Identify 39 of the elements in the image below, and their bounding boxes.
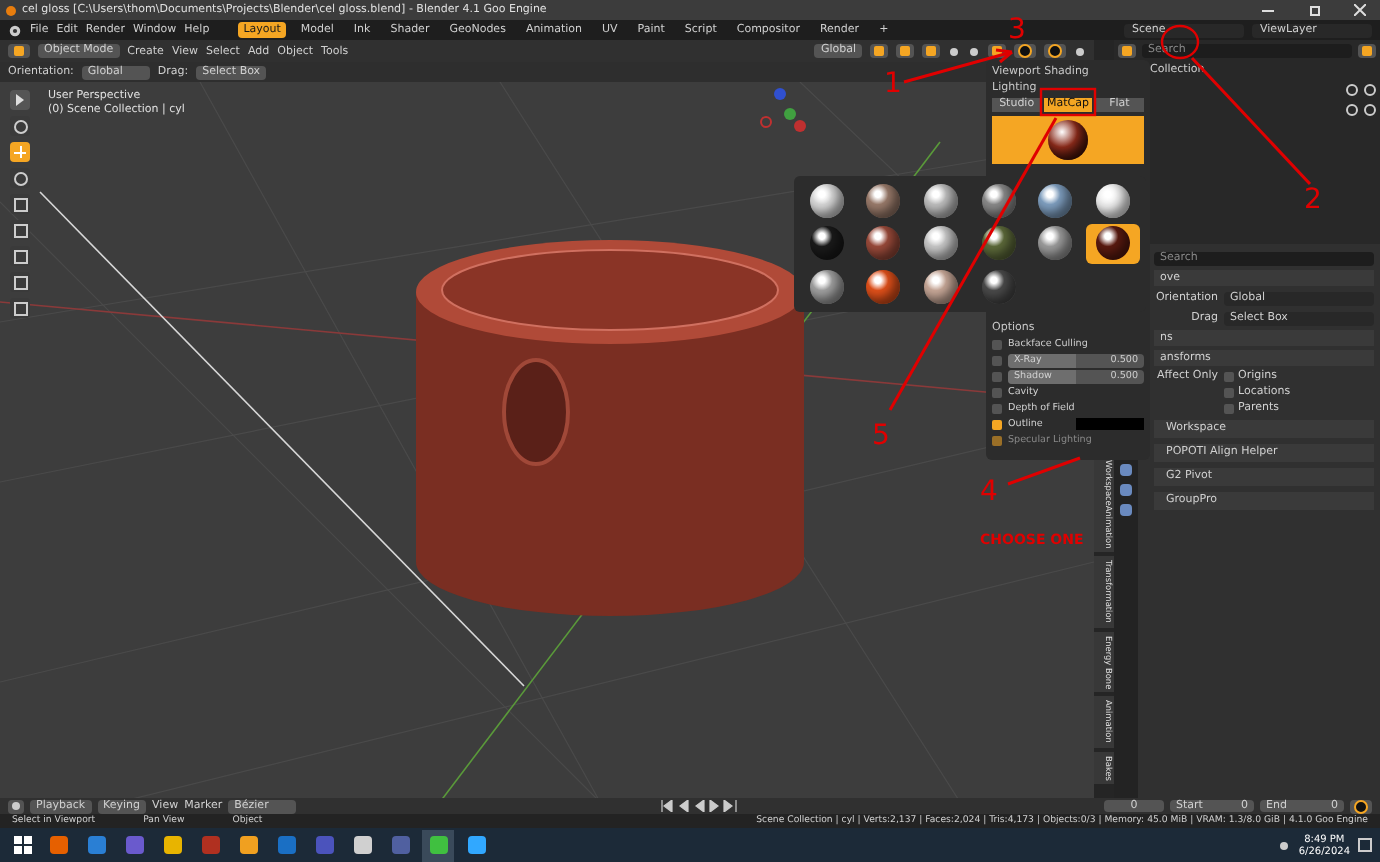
navigation-gizmo — [760, 88, 806, 132]
select-tool-icon[interactable] — [10, 90, 30, 110]
start-button[interactable] — [8, 836, 36, 854]
material-shading-icon[interactable] — [1044, 44, 1066, 58]
annotation-text: 5 — [872, 420, 890, 452]
blender-logo-icon — [6, 5, 16, 15]
measure-tool-icon[interactable] — [10, 272, 30, 292]
annotation-text: 2 — [1304, 184, 1322, 216]
checkbox[interactable] — [992, 387, 1002, 397]
editor-type-button[interactable] — [8, 44, 30, 58]
taskbar-app-button[interactable] — [422, 829, 454, 861]
move-tool-icon[interactable] — [10, 142, 30, 162]
annotate-tool-icon[interactable] — [10, 246, 30, 266]
blender-menu-icon[interactable] — [8, 23, 22, 37]
color-swatch[interactable] — [1076, 418, 1144, 430]
annotation-rect — [1039, 87, 1097, 117]
scale-tool-icon[interactable] — [10, 194, 30, 214]
system-tray-icon[interactable] — [1276, 841, 1293, 849]
checkbox[interactable] — [992, 419, 1002, 429]
checkbox[interactable] — [992, 355, 1002, 365]
checkbox[interactable] — [992, 339, 1002, 349]
checkbox[interactable] — [992, 403, 1002, 413]
notification-icon[interactable] — [1356, 838, 1372, 852]
annotation-text: 4 — [980, 476, 998, 508]
cursor-tool-icon[interactable] — [10, 116, 30, 136]
close-icon — [1354, 4, 1366, 16]
render-icon[interactable] — [1350, 799, 1373, 813]
solid-shading-icon[interactable] — [1014, 44, 1036, 58]
playback-controls-icon[interactable] — [660, 800, 741, 812]
add-cube-tool-icon[interactable] — [10, 298, 30, 318]
transform-tool-icon[interactable] — [10, 220, 30, 240]
editor-type-button[interactable] — [8, 799, 24, 813]
annotation-text: 3 — [1008, 14, 1026, 46]
annotation-line — [1007, 456, 1081, 486]
rotate-tool-icon[interactable] — [10, 168, 30, 188]
matcap-option[interactable] — [1086, 224, 1140, 264]
matcap-preview[interactable] — [992, 116, 1144, 164]
checkbox[interactable] — [992, 371, 1002, 381]
annotation-text: 1 — [884, 68, 902, 100]
